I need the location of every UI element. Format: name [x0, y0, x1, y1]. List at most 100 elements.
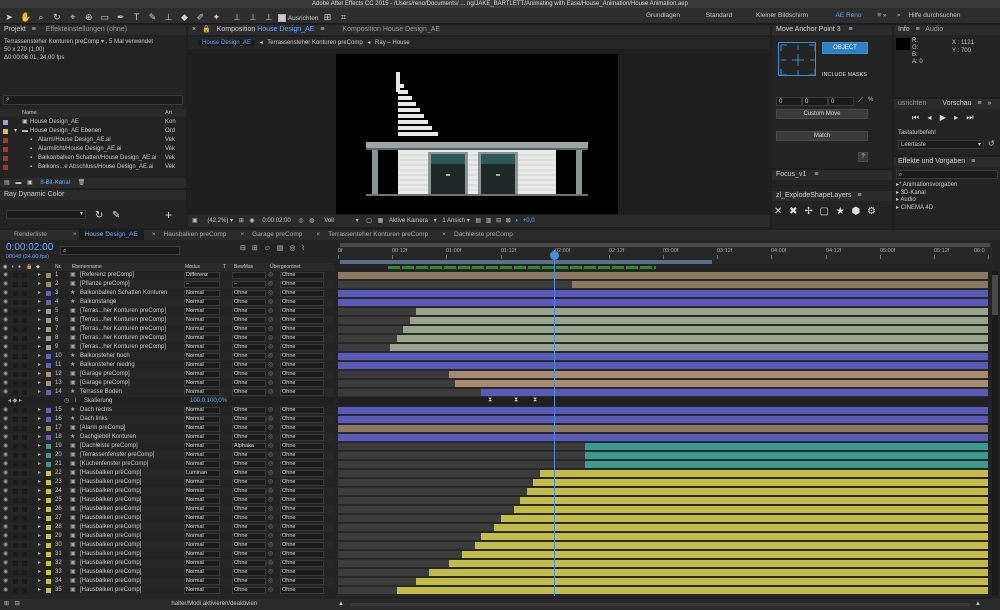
eye-icon[interactable]: ◉: [3, 388, 8, 397]
parent-dropdown[interactable]: Ohne: [280, 380, 324, 387]
trackmatte-dropdown[interactable]: Ohne: [232, 551, 266, 558]
pickwhip-icon[interactable]: ◎: [268, 406, 273, 415]
text-tool-icon[interactable]: T: [132, 12, 142, 22]
pickwhip-icon[interactable]: ◎: [268, 505, 273, 514]
lock-toggle[interactable]: [22, 372, 27, 377]
preview-icon[interactable]: ▣: [192, 218, 198, 224]
pickwhip-icon[interactable]: ◎: [268, 352, 273, 361]
label-swatch[interactable]: [46, 471, 51, 476]
label-swatch[interactable]: [46, 534, 51, 539]
list-item[interactable]: ▪ Balkons...e Abschluss/House Design_AE.…: [0, 163, 186, 172]
gear-icon[interactable]: ⚙: [867, 206, 876, 217]
lock-toggle[interactable]: [22, 579, 27, 584]
selection-tool-icon[interactable]: ➤: [4, 12, 14, 22]
col-nr[interactable]: Nr.: [55, 263, 61, 271]
list-item[interactable]: ▸* Animationsvorgaben: [896, 182, 957, 190]
eye-icon[interactable]: ◉: [3, 577, 8, 586]
trackmatte-dropdown[interactable]: Ohne: [232, 416, 266, 423]
expand-arrow-icon[interactable]: ▸: [38, 289, 41, 298]
mode-dropdown[interactable]: Normal: [184, 416, 220, 423]
eye-icon[interactable]: ◉: [3, 451, 8, 460]
layer-bar[interactable]: [475, 542, 988, 549]
new-comp-icon[interactable]: ▣: [27, 180, 33, 186]
project-tab[interactable]: Projekt: [4, 26, 26, 33]
pickwhip-icon[interactable]: ◎: [268, 298, 273, 307]
table-row[interactable]: ◉ ▸ 19 ▣ [Dachleiste preComp] Normal Alphaka ◎ O…: [0, 442, 334, 451]
lock-toggle[interactable]: [22, 507, 27, 512]
mode-dropdown[interactable]: Normal: [184, 380, 220, 387]
eye-icon[interactable]: ◉: [3, 424, 8, 433]
layer-bar[interactable]: [501, 515, 988, 522]
parent-dropdown[interactable]: Ohne: [280, 524, 324, 531]
table-row[interactable]: ◉ ▸ 23 ▣ [Hausbalken preComp] Normal Ohne ◎ Ohne: [0, 478, 334, 487]
refresh-icon[interactable]: ↻: [95, 210, 103, 221]
audio-toggle[interactable]: [13, 471, 18, 476]
audio-toggle[interactable]: [13, 453, 18, 458]
zoom-out-icon[interactable]: ▲: [338, 599, 344, 610]
mode-dropdown[interactable]: Normal: [184, 317, 220, 324]
zoom-value[interactable]: (42,2%): [207, 218, 228, 224]
col-name[interactable]: Name: [22, 109, 37, 117]
eye-icon[interactable]: ◉: [3, 343, 8, 352]
list-item[interactable]: ▸ 3D-Kanal: [896, 190, 957, 198]
table-row[interactable]: ◉ ▸ 17 ▣ [Alarm preComp] Normal Ohne ◎ Ohne: [0, 424, 334, 433]
brush-tool-icon[interactable]: ✎: [148, 12, 158, 22]
label-swatch[interactable]: [46, 480, 51, 485]
breadcrumb-item-house[interactable]: House Design_AE: [198, 40, 256, 46]
expand-arrow-icon[interactable]: ▸: [38, 424, 41, 433]
shortcut-dropdown[interactable]: Leertaste ▾: [898, 140, 984, 149]
trackmatte-dropdown[interactable]: Ohne: [232, 362, 266, 369]
graph-editor-icon[interactable]: ⌇: [301, 245, 304, 252]
layer-name[interactable]: [Hausbalken preComp]: [80, 577, 184, 586]
layer-name[interactable]: [Garage preComp]: [80, 370, 184, 379]
custom-move-button[interactable]: Custom Move: [776, 109, 868, 119]
lock-toggle[interactable]: [22, 552, 27, 557]
mode-dropdown[interactable]: Normal: [184, 362, 220, 369]
workspace-menu-icon[interactable]: ≡: [877, 12, 881, 19]
eye-icon[interactable]: ◉: [3, 559, 8, 568]
timeline-scrollbar[interactable]: [992, 271, 998, 596]
eye-icon[interactable]: ◉: [3, 406, 8, 415]
pickwhip-icon[interactable]: ◎: [268, 532, 273, 541]
solo-icon[interactable]: ●: [18, 263, 21, 271]
interpret-icon[interactable]: ▤: [4, 180, 10, 186]
trackmatte-dropdown[interactable]: Ohne: [232, 542, 266, 549]
col-parent[interactable]: Übergeordnet: [270, 263, 301, 271]
graph-icon[interactable]: ⌇: [74, 397, 77, 406]
pickwhip-icon[interactable]: ◎: [268, 334, 273, 343]
table-row[interactable]: ◉ ▸ 21 ▣ [Küchenfenster preComp] Normal Ohne ◎ O…: [0, 460, 334, 469]
layer-name[interactable]: [Hausbalken preComp]: [80, 550, 184, 559]
list-item[interactable]: ▣ House Design_AE Kon: [0, 118, 186, 127]
transparency-icon[interactable]: ▦: [378, 218, 384, 224]
exposure-value[interactable]: +0,0: [523, 218, 535, 224]
lock-toggle[interactable]: [22, 327, 27, 332]
close-icon[interactable]: ×: [234, 230, 246, 240]
pickwhip-icon[interactable]: ◎: [268, 388, 273, 397]
anchor-x-field[interactable]: 0: [776, 97, 802, 106]
overflow-icon[interactable]: »: [883, 12, 887, 19]
layer-name[interactable]: [Terras...her Konturen preComp]: [80, 343, 184, 352]
expand-arrow-icon[interactable]: ▸: [38, 577, 41, 586]
layer-bar[interactable]: [585, 461, 988, 468]
table-row[interactable]: ◉ ▸ 29 ▣ [Hausbalken preComp] Normal Ohne ◎ Ohne: [0, 532, 334, 541]
parent-dropdown[interactable]: Ohne: [280, 569, 324, 576]
pan-behind-tool-icon[interactable]: ⊕: [84, 12, 94, 22]
timeline-footer-label[interactable]: halter/Modi aktivieren/deaktivien: [171, 601, 257, 607]
parent-dropdown[interactable]: Ohne: [280, 461, 324, 468]
label-swatch[interactable]: [46, 363, 51, 368]
lock-toggle[interactable]: [22, 318, 27, 323]
lock-toggle[interactable]: [22, 309, 27, 314]
panel-menu-icon[interactable]: ≡: [916, 26, 920, 33]
trash-icon[interactable]: 🗑: [78, 180, 86, 186]
split-tool-icon[interactable]: ✢: [804, 206, 812, 217]
mode-dropdown[interactable]: Normal: [184, 587, 220, 594]
mode-dropdown[interactable]: Normal: [184, 452, 220, 459]
hand-tool-icon[interactable]: ✋: [20, 12, 31, 22]
label-swatch[interactable]: [46, 408, 51, 413]
parent-dropdown[interactable]: Ohne: [280, 308, 324, 315]
play-icon[interactable]: ▶: [940, 113, 946, 122]
panel-menu-icon[interactable]: ≡: [849, 26, 853, 33]
explode-tool-icon[interactable]: ✕: [774, 206, 782, 217]
layer-name[interactable]: [Garage preComp]: [80, 379, 184, 388]
property-row[interactable]: ◂ ◆ ▸ ◷ ⌇ Skalierung 100,0,100,0%: [0, 397, 334, 406]
